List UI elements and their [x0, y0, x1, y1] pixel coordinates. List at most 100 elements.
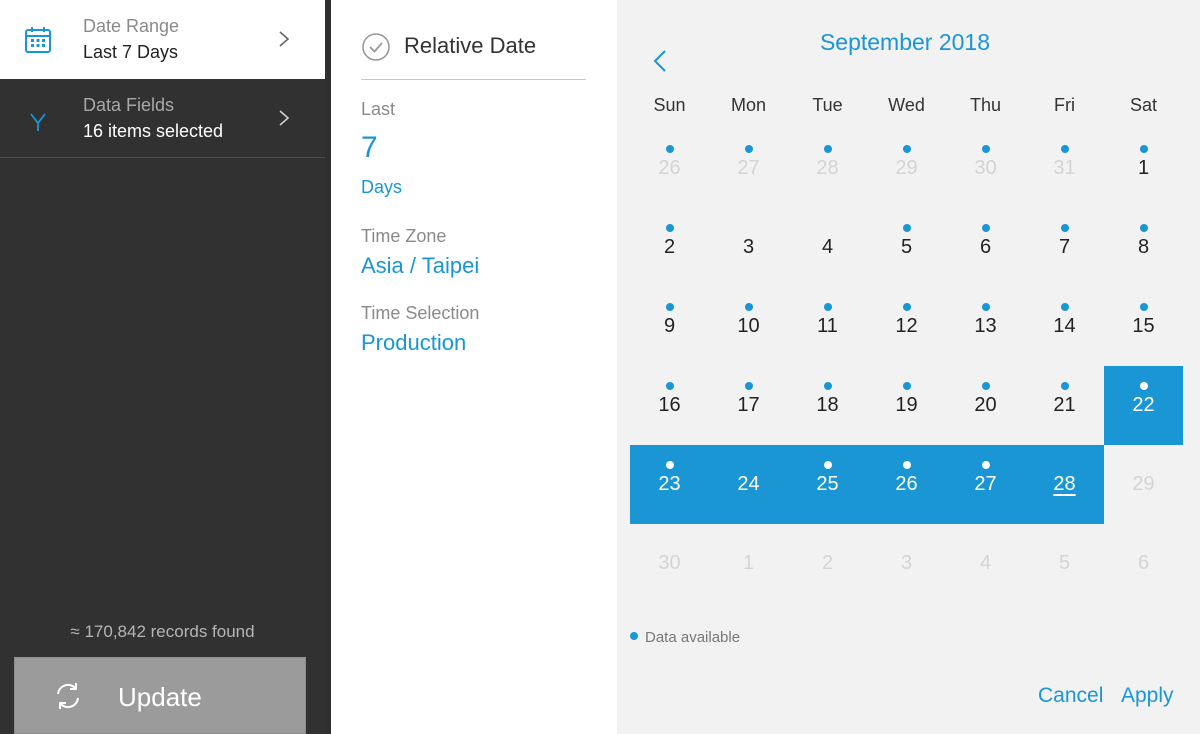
calendar-day[interactable]: 18 — [788, 366, 867, 445]
calendar-day[interactable]: 25 — [788, 445, 867, 524]
weekday-header: Mon — [709, 95, 788, 116]
calendar-day[interactable]: 28 — [788, 129, 867, 208]
calendar-day[interactable]: 30 — [946, 129, 1025, 208]
calendar-day-number: 7 — [1025, 236, 1104, 259]
calendar-day[interactable]: 7 — [1025, 208, 1104, 287]
time-zone-value[interactable]: Asia / Taipei — [361, 253, 479, 279]
calendar-day[interactable]: 22 — [1104, 366, 1183, 445]
calendar-day[interactable]: 13 — [946, 287, 1025, 366]
chevron-left-icon[interactable] — [650, 48, 670, 74]
data-dot-icon — [745, 382, 753, 390]
calendar-day[interactable]: 24 — [709, 445, 788, 524]
calendar-day[interactable]: 27 — [946, 445, 1025, 524]
apply-button[interactable]: Apply — [1121, 684, 1174, 708]
calendar-day[interactable]: 8 — [1104, 208, 1183, 287]
day-number-text: 5 — [1059, 552, 1070, 574]
calendar-day-number: 16 — [630, 394, 709, 417]
calendar-day[interactable]: 1 — [709, 524, 788, 603]
data-dot-icon — [903, 382, 911, 390]
weekday-header: Fri — [1025, 95, 1104, 116]
calendar-day-number: 17 — [709, 394, 788, 417]
update-button-label: Update — [118, 682, 202, 713]
update-button[interactable]: Update — [14, 657, 306, 734]
day-number-text: 31 — [1053, 157, 1075, 179]
day-number-text: 12 — [895, 315, 917, 337]
calendar-day-number: 12 — [867, 315, 946, 338]
calendar-day[interactable]: 5 — [867, 208, 946, 287]
data-dot-icon — [666, 382, 674, 390]
day-number-text: 8 — [1138, 236, 1149, 258]
calendar-day[interactable]: 26 — [867, 445, 946, 524]
calendar-day[interactable]: 27 — [709, 129, 788, 208]
calendar-day[interactable]: 16 — [630, 366, 709, 445]
calendar-day[interactable]: 3 — [709, 208, 788, 287]
calendar-day[interactable]: 17 — [709, 366, 788, 445]
calendar-day[interactable]: 5 — [1025, 524, 1104, 603]
calendar-day[interactable]: 11 — [788, 287, 867, 366]
day-number-text: 21 — [1053, 394, 1075, 416]
calendar-day[interactable]: 30 — [630, 524, 709, 603]
calendar-day-number: 28 — [1025, 473, 1104, 496]
calendar-day[interactable]: 3 — [867, 524, 946, 603]
calendar-day[interactable]: 2 — [630, 208, 709, 287]
calendar-day[interactable]: 2 — [788, 524, 867, 603]
calendar-day[interactable]: 19 — [867, 366, 946, 445]
day-number-text: 17 — [737, 394, 759, 416]
calendar-day-number: 29 — [867, 157, 946, 180]
calendar-day[interactable]: 26 — [630, 129, 709, 208]
cancel-button[interactable]: Cancel — [1038, 684, 1103, 708]
day-number-text: 28 — [816, 157, 838, 179]
calendar-day[interactable]: 4 — [946, 524, 1025, 603]
calendar-day[interactable]: 20 — [946, 366, 1025, 445]
day-number-text: 3 — [743, 236, 754, 258]
calendar-day-number: 29 — [1104, 473, 1183, 496]
calendar-day-number: 30 — [946, 157, 1025, 180]
data-dot-icon — [824, 303, 832, 311]
calendar-day[interactable]: 4 — [788, 208, 867, 287]
data-dot-icon — [1061, 224, 1069, 232]
data-dot-icon — [666, 303, 674, 311]
day-number-text: 4 — [980, 552, 991, 574]
calendar-day-number: 5 — [867, 236, 946, 259]
legend-label: Data available — [645, 629, 740, 646]
calendar-day-number: 3 — [867, 552, 946, 575]
day-number-text: 9 — [664, 315, 675, 337]
calendar-day[interactable]: 6 — [946, 208, 1025, 287]
calendar-day[interactable]: 31 — [1025, 129, 1104, 208]
calendar-day-number: 1 — [1104, 157, 1183, 180]
data-dot-icon — [1061, 382, 1069, 390]
data-fields-label: Data Fields — [83, 95, 174, 116]
data-dot-icon — [903, 303, 911, 311]
date-range-item[interactable]: Date Range Last 7 Days — [0, 0, 325, 79]
day-number-text: 6 — [980, 236, 991, 258]
calendar-day-number: 11 — [788, 315, 867, 338]
calendar-day[interactable]: 28 — [1025, 445, 1104, 524]
last-label: Last — [361, 99, 395, 120]
calendar-day-number: 6 — [1104, 552, 1183, 575]
calendar-day[interactable]: 29 — [1104, 445, 1183, 524]
check-circle-icon — [361, 32, 391, 62]
day-number-text: 20 — [974, 394, 996, 416]
relative-date-toggle[interactable]: Relative Date — [361, 31, 586, 80]
day-number-text: 6 — [1138, 552, 1149, 574]
day-number-text: 30 — [974, 157, 996, 179]
calendar-day-number: 23 — [630, 473, 709, 496]
time-selection-value[interactable]: Production — [361, 330, 466, 356]
calendar-day[interactable]: 6 — [1104, 524, 1183, 603]
last-value-input[interactable]: 7 — [361, 131, 378, 165]
calendar-day-number: 9 — [630, 315, 709, 338]
calendar-day[interactable]: 29 — [867, 129, 946, 208]
calendar-day-number: 5 — [1025, 552, 1104, 575]
calendar-day[interactable]: 15 — [1104, 287, 1183, 366]
calendar-day[interactable]: 12 — [867, 287, 946, 366]
unit-selector[interactable]: Days — [361, 177, 402, 198]
calendar-day[interactable]: 9 — [630, 287, 709, 366]
calendar-day[interactable]: 1 — [1104, 129, 1183, 208]
data-dot-icon — [982, 461, 990, 469]
calendar-day[interactable]: 21 — [1025, 366, 1104, 445]
calendar-day[interactable]: 23 — [630, 445, 709, 524]
data-fields-item[interactable]: Data Fields 16 items selected — [0, 79, 325, 158]
calendar-day[interactable]: 10 — [709, 287, 788, 366]
relative-date-panel: Relative Date Last 7 Days Time Zone Asia… — [331, 0, 617, 734]
calendar-day[interactable]: 14 — [1025, 287, 1104, 366]
